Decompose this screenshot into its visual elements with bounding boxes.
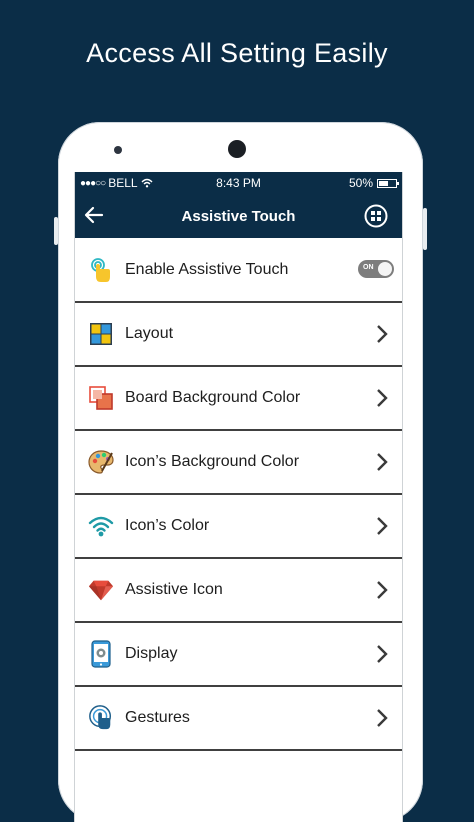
setting-label: Display — [125, 645, 178, 662]
chevron-right-icon — [377, 645, 388, 663]
settings-list: Enable Assistive Touch ON Layout Board B… — [75, 238, 402, 751]
phone-frame: ●●●○○ BELL 8:43 PM 50% Assistive Touch E… — [54, 122, 427, 822]
wifi-signal-icon — [88, 513, 114, 539]
setting-label: Layout — [125, 325, 174, 342]
gesture-tap-icon — [88, 705, 114, 731]
chevron-right-icon — [377, 325, 388, 343]
ruby-gem-icon — [88, 577, 114, 603]
setting-display[interactable]: Display — [75, 623, 402, 687]
phone-side-button — [423, 208, 427, 250]
app-title: Assistive Touch — [181, 207, 296, 225]
phone-camera — [228, 140, 246, 158]
chevron-right-icon — [377, 517, 388, 535]
setting-layout[interactable]: Layout — [75, 303, 402, 367]
setting-label: Icon’s Color — [125, 517, 210, 534]
board-color-icon — [88, 385, 114, 411]
setting-assistive-icon[interactable]: Assistive Icon — [75, 559, 402, 623]
setting-label: Gestures — [125, 709, 190, 726]
promo-headline: Access All Setting Easily — [86, 38, 388, 68]
assistive-touch-toggle[interactable]: ON — [358, 260, 394, 278]
chevron-right-icon — [377, 453, 388, 471]
layout-grid-icon — [88, 321, 114, 347]
setting-board-background-color[interactable]: Board Background Color — [75, 367, 402, 431]
setting-label: Icon’s Background Color — [125, 453, 300, 470]
toggle-knob — [378, 262, 392, 276]
phone-screen: ●●●○○ BELL 8:43 PM 50% Assistive Touch E… — [74, 172, 403, 822]
back-arrow-icon[interactable] — [83, 204, 105, 226]
phone-sensor — [114, 146, 122, 154]
setting-gestures[interactable]: Gestures — [75, 687, 402, 751]
setting-icons-background-color[interactable]: Icon’s Background Color — [75, 431, 402, 495]
setting-label: Assistive Icon — [125, 581, 223, 598]
chevron-right-icon — [377, 581, 388, 599]
battery-icon — [377, 178, 399, 188]
grid-menu-icon[interactable] — [364, 204, 388, 228]
toggle-state-text: ON — [363, 264, 374, 271]
setting-label: Board Background Color — [125, 389, 301, 406]
status-bar: ●●●○○ BELL 8:43 PM 50% — [75, 172, 402, 194]
palette-icon — [88, 449, 114, 475]
phone-side-button — [54, 217, 58, 245]
setting-icons-color[interactable]: Icon’s Color — [75, 495, 402, 559]
chevron-right-icon — [377, 709, 388, 727]
setting-enable-assistive-touch[interactable]: Enable Assistive Touch ON — [75, 238, 402, 303]
app-bar: Assistive Touch — [75, 194, 402, 238]
chevron-right-icon — [377, 389, 388, 407]
setting-label: Enable Assistive Touch — [125, 260, 289, 278]
phone-gear-icon — [88, 640, 114, 668]
touch-hand-icon — [88, 257, 114, 283]
status-time: 8:43 PM — [216, 176, 261, 190]
